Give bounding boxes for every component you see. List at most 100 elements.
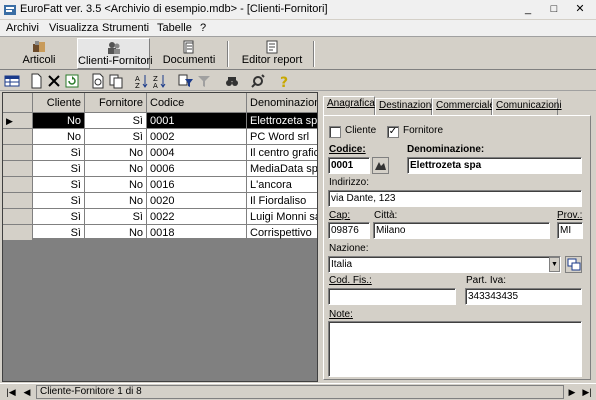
grid-cell-fornitore[interactable]: Sì (85, 209, 147, 225)
denominazione-field[interactable]: Elettrozeta spa (407, 157, 582, 174)
row-selector[interactable] (3, 209, 33, 225)
articoli-icon (33, 41, 45, 52)
grid-cell-codice[interactable]: 0018 (147, 225, 247, 241)
menu-tabelle[interactable]: Tabelle (157, 22, 192, 34)
codice-field[interactable]: 0001 (328, 157, 370, 174)
grid-cell-fornitore[interactable]: Sì (85, 113, 147, 129)
grid-cell-denominazione[interactable]: Il centro grafico (247, 145, 317, 161)
grid-cell-fornitore[interactable]: No (85, 161, 147, 177)
find-icon[interactable] (224, 73, 240, 89)
grid-cell-denominazione[interactable]: Il Fiordaliso (247, 193, 317, 209)
grid-cell-cliente[interactable]: Sì (33, 177, 85, 193)
documenti-button[interactable]: Documenti (158, 38, 220, 69)
nazioni-table-icon[interactable] (565, 256, 582, 273)
cap-field[interactable]: 09876 (328, 222, 370, 239)
editor-report-button[interactable]: Editor report (236, 38, 308, 69)
note-textarea[interactable] (328, 321, 582, 377)
partita-iva-field[interactable]: 343343435 (465, 288, 582, 305)
menu-help[interactable]: ? (200, 22, 206, 34)
grid-cell-cliente[interactable]: Sì (33, 161, 85, 177)
new-record-icon[interactable] (28, 73, 44, 89)
window-title: EuroFatt ver. 3.5 <Archivio di esempio.m… (20, 3, 328, 15)
print-preview-icon[interactable] (90, 73, 106, 89)
filter-icon[interactable] (196, 73, 212, 89)
articoli-button[interactable]: Articoli (10, 38, 68, 69)
previous-record-icon[interactable]: ◀ (20, 385, 34, 399)
delete-record-icon[interactable] (46, 73, 62, 89)
grid-cell-fornitore[interactable]: No (85, 225, 147, 241)
row-selector[interactable] (3, 225, 33, 241)
cliente-checkbox-label: Cliente (345, 125, 377, 136)
grid-cell-denominazione[interactable]: Elettrozeta spa (247, 113, 317, 129)
refresh-icon[interactable] (64, 73, 80, 89)
grid-cell-codice[interactable]: 0002 (147, 129, 247, 145)
codice-fiscale-field[interactable] (328, 288, 456, 305)
help-icon[interactable]: ? (276, 73, 292, 89)
indirizzo-field[interactable]: via Dante, 123 (328, 190, 582, 207)
filter-by-selection-icon[interactable] (178, 73, 194, 89)
menu-archivi[interactable]: Archivi (6, 22, 39, 34)
tab-commerciale[interactable]: Commerciale (432, 98, 495, 115)
grid-cell-fornitore[interactable]: No (85, 193, 147, 209)
menu-visualizza[interactable]: Visualizza (49, 22, 98, 34)
nazione-select[interactable]: Italia (328, 256, 561, 273)
grid-cell-cliente[interactable]: Sì (33, 145, 85, 161)
last-record-icon[interactable]: ▶| (580, 385, 594, 399)
fornitore-checkbox[interactable]: ✓ (387, 126, 399, 138)
close-button[interactable]: ✕ (567, 1, 593, 18)
row-selector[interactable] (3, 177, 33, 193)
next-record-icon[interactable]: ▶ (565, 385, 579, 399)
grid-cell-cliente[interactable]: Sì (33, 209, 85, 225)
grid-cell-fornitore[interactable]: Sì (85, 129, 147, 145)
minimize-button[interactable]: _ (515, 1, 541, 18)
grid-cell-codice[interactable]: 0022 (147, 209, 247, 225)
grid-cell-cliente[interactable]: Sì (33, 193, 85, 209)
clienti-fornitori-button[interactable]: Clienti-Fornitori (77, 38, 153, 69)
row-selector[interactable] (3, 161, 33, 177)
column-header-fornitore[interactable]: Fornitore (85, 93, 147, 113)
grid-cell-cliente[interactable]: No (33, 113, 85, 129)
menu-strumenti[interactable]: Strumenti (102, 22, 149, 34)
maximize-button[interactable]: □ (541, 1, 567, 18)
row-selector[interactable] (3, 193, 33, 209)
column-header-denominazione[interactable]: Denominazione (247, 93, 317, 113)
cliente-checkbox[interactable] (329, 126, 341, 138)
grid-cell-denominazione[interactable]: MediaData spa (247, 161, 317, 177)
sort-descending-icon[interactable]: ZA (152, 73, 168, 89)
lookup-icon[interactable] (372, 157, 389, 174)
grid-cell-codice[interactable]: 0004 (147, 145, 247, 161)
row-selector[interactable] (3, 145, 33, 161)
copy-icon[interactable] (108, 73, 124, 89)
first-record-icon[interactable]: |◀ (4, 385, 18, 399)
codice-label: Codice: (329, 144, 366, 155)
grid-cell-codice[interactable]: 0001 (147, 113, 247, 129)
chevron-down-icon[interactable]: ▼ (549, 257, 560, 272)
grid-cell-codice[interactable]: 0016 (147, 177, 247, 193)
grid-cell-fornitore[interactable]: No (85, 177, 147, 193)
column-header-codice[interactable]: Codice (147, 93, 247, 113)
grid-cell-codice[interactable]: 0006 (147, 161, 247, 177)
row-selector[interactable] (3, 129, 33, 145)
tab-destinazione[interactable]: Destinazione (375, 98, 437, 115)
sort-ascending-icon[interactable]: AZ (134, 73, 150, 89)
tools-icon[interactable] (250, 73, 266, 89)
grid-cell-cliente[interactable]: No (33, 129, 85, 145)
tab-anagrafica[interactable]: Anagrafica (323, 96, 375, 116)
grid-cell-denominazione[interactable]: Luigi Monni sas (247, 209, 317, 225)
column-header-cliente[interactable]: Cliente (33, 93, 85, 113)
grid-cell-cliente[interactable]: Sì (33, 225, 85, 241)
tab-comunicazioni[interactable]: Comunicazioni (492, 98, 562, 115)
record-navigation-bar: |◀ ◀ Cliente-Fornitore 1 di 8 ▶ ▶| (0, 383, 596, 400)
editor-report-icon (266, 40, 278, 54)
grid-cell-denominazione[interactable]: L'ancora (247, 177, 317, 193)
grid-cell-denominazione[interactable]: Corrispettivo (247, 225, 317, 241)
grid-cell-codice[interactable]: 0020 (147, 193, 247, 209)
citta-field[interactable]: Milano (373, 222, 550, 239)
grid-cell-denominazione[interactable]: PC Word srl (247, 129, 317, 145)
indirizzo-label: Indirizzo: (329, 177, 370, 188)
row-selector-current[interactable]: ▶ (3, 113, 33, 129)
denominazione-label: Denominazione: (407, 144, 485, 155)
grid-view-icon[interactable] (4, 73, 20, 89)
grid-cell-fornitore[interactable]: No (85, 145, 147, 161)
prov-field[interactable]: MI (557, 222, 583, 239)
